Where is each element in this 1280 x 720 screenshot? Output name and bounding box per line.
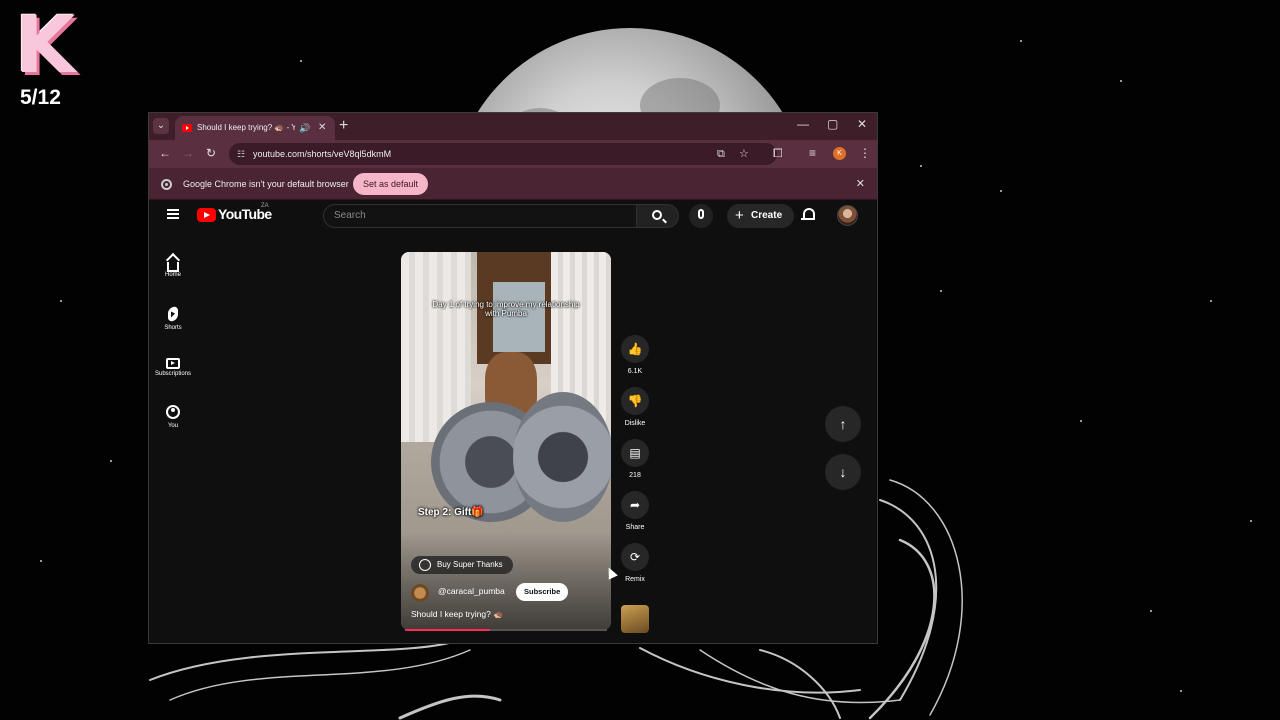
buy-super-thanks-button[interactable]: Buy Super Thanks <box>411 556 513 574</box>
tab-bar: ⌄ Should I keep trying? 🦔 - Y 🔊 ✕ + — ▢ … <box>149 113 877 140</box>
new-tab-button[interactable]: + <box>339 116 348 136</box>
default-browser-infobar: Google Chrome isn't your default browser… <box>149 168 877 200</box>
site-info-icon[interactable]: ☷ <box>237 143 245 165</box>
guide-item-label: You <box>167 423 179 429</box>
k-logo-badge: K <box>8 6 82 86</box>
subscribe-button[interactable]: Subscribe <box>516 583 569 601</box>
dislike-icon: 👎 <box>627 394 643 408</box>
dislike-button[interactable]: 👎 Dislike <box>621 387 649 427</box>
comment-count: 218 <box>629 472 641 479</box>
plus-icon: + <box>735 207 744 224</box>
home-icon <box>167 262 179 272</box>
forward-icon[interactable]: → <box>182 146 194 160</box>
search-button[interactable] <box>637 204 679 228</box>
video-step-text: Step 2: Gift🎁 <box>418 507 484 518</box>
extensions-icon[interactable]: ⧠ <box>773 146 783 161</box>
tab-close-icon[interactable]: ✕ <box>318 116 326 140</box>
browser-window: ⌄ Should I keep trying? 🦔 - Y 🔊 ✕ + — ▢ … <box>148 112 878 644</box>
search-icon <box>652 210 662 220</box>
share-label: Share <box>625 524 645 531</box>
account-avatar[interactable] <box>837 205 858 226</box>
like-button[interactable]: 👍 6.1K <box>621 335 649 375</box>
chrome-logo-icon <box>161 179 172 190</box>
dislike-label: Dislike <box>624 420 646 427</box>
comments-button[interactable]: ▤ 218 <box>621 439 649 479</box>
set-as-default-button[interactable]: Set as default <box>353 173 429 195</box>
create-label: Create <box>751 210 783 221</box>
close-window-button[interactable]: ✕ <box>857 117 867 131</box>
video-title[interactable]: Should I keep trying? 🦔 <box>411 609 504 620</box>
guide-item-subscriptions[interactable]: Subscriptions <box>149 356 197 377</box>
search-input[interactable]: Search <box>323 204 637 228</box>
guide-item-label: Shorts <box>164 325 182 331</box>
guide-item-you[interactable]: You <box>149 405 197 429</box>
remix-label: Remix <box>625 576 645 583</box>
shorts-video-player[interactable]: Day 1 of trying to improve my relationsh… <box>401 252 611 630</box>
minimize-button[interactable]: — <box>797 117 809 131</box>
like-icon: 👍 <box>627 342 643 356</box>
notifications-bell-icon[interactable] <box>801 207 815 223</box>
guide-item-home[interactable]: Home <box>149 258 197 278</box>
bookmark-star-icon[interactable]: ☆ <box>739 143 749 165</box>
previous-short-button[interactable]: ↑ <box>825 406 861 442</box>
video-caption: Day 1 of trying to improve my relationsh… <box>432 300 580 318</box>
microphone-icon <box>698 209 704 219</box>
guide-item-shorts[interactable]: Shorts <box>149 305 197 331</box>
video-frame-cat-tunnel <box>513 392 611 522</box>
remix-button[interactable]: ⟳ Remix <box>621 543 649 583</box>
media-controls-icon[interactable]: ≡ <box>809 146 816 160</box>
chrome-menu-icon[interactable]: ⋮ <box>859 146 871 160</box>
share-button[interactable]: ➦ Share <box>621 491 649 531</box>
url-text: youtube.com/shorts/veV8ql5dkmM <box>253 149 392 159</box>
youtube-logo-icon <box>197 208 216 222</box>
back-icon[interactable]: ← <box>159 146 171 160</box>
tab-search-button[interactable]: ⌄ <box>153 118 169 134</box>
share-icon: ➦ <box>629 498 641 512</box>
country-code: ZA <box>261 203 269 209</box>
reload-icon[interactable]: ↻ <box>206 146 216 160</box>
address-bar[interactable]: ☷ youtube.com/shorts/veV8ql5dkmM ⧉ ☆ <box>229 143 777 165</box>
guide-item-label: Home <box>164 272 181 278</box>
speaker-icon[interactable]: 🔊 <box>299 116 310 140</box>
k-logo: K <box>14 1 76 91</box>
next-short-button[interactable]: ↓ <box>825 454 861 490</box>
infobar-close-icon[interactable]: ✕ <box>856 177 865 190</box>
comment-icon: ▤ <box>629 446 641 460</box>
channel-avatar[interactable] <box>411 584 429 602</box>
arrow-down-icon: ↓ <box>839 464 847 480</box>
shorts-icon <box>168 305 178 323</box>
install-app-icon[interactable]: ⧉ <box>717 143 725 165</box>
voice-search-button[interactable] <box>689 204 713 228</box>
hamburger-menu-icon[interactable] <box>167 209 179 219</box>
youtube-header: YouTube ZA Search + Create <box>149 200 877 232</box>
super-thanks-label: Buy Super Thanks <box>437 560 503 569</box>
youtube-favicon-icon <box>182 124 192 132</box>
tab-active[interactable]: Should I keep trying? 🦔 - Y 🔊 ✕ <box>175 116 335 140</box>
like-count: 6.1K <box>627 368 643 375</box>
guide-item-label: Subscriptions <box>154 371 192 377</box>
super-thanks-heart-icon <box>419 559 431 571</box>
subscriptions-icon <box>166 358 180 369</box>
episode-counter: 5/12 <box>20 86 61 109</box>
infobar-message: Google Chrome isn't your default browser <box>183 179 349 189</box>
video-progress-bar[interactable] <box>405 629 607 631</box>
remix-icon: ⟳ <box>629 550 641 564</box>
arrow-up-icon: ↑ <box>839 416 847 432</box>
channel-handle[interactable]: @caracal_pumba <box>438 586 505 596</box>
maximize-button[interactable]: ▢ <box>827 117 838 131</box>
video-progress-fill <box>405 629 490 631</box>
tab-title: Should I keep trying? 🦔 - Y <box>197 123 295 132</box>
sound-thumbnail[interactable] <box>621 605 649 633</box>
create-button[interactable]: + Create <box>727 204 795 228</box>
you-icon <box>166 405 180 419</box>
browser-toolbar: ← → ↻ ☷ youtube.com/shorts/veV8ql5dkmM ⧉… <box>149 140 877 168</box>
profile-avatar[interactable]: K <box>833 147 846 160</box>
